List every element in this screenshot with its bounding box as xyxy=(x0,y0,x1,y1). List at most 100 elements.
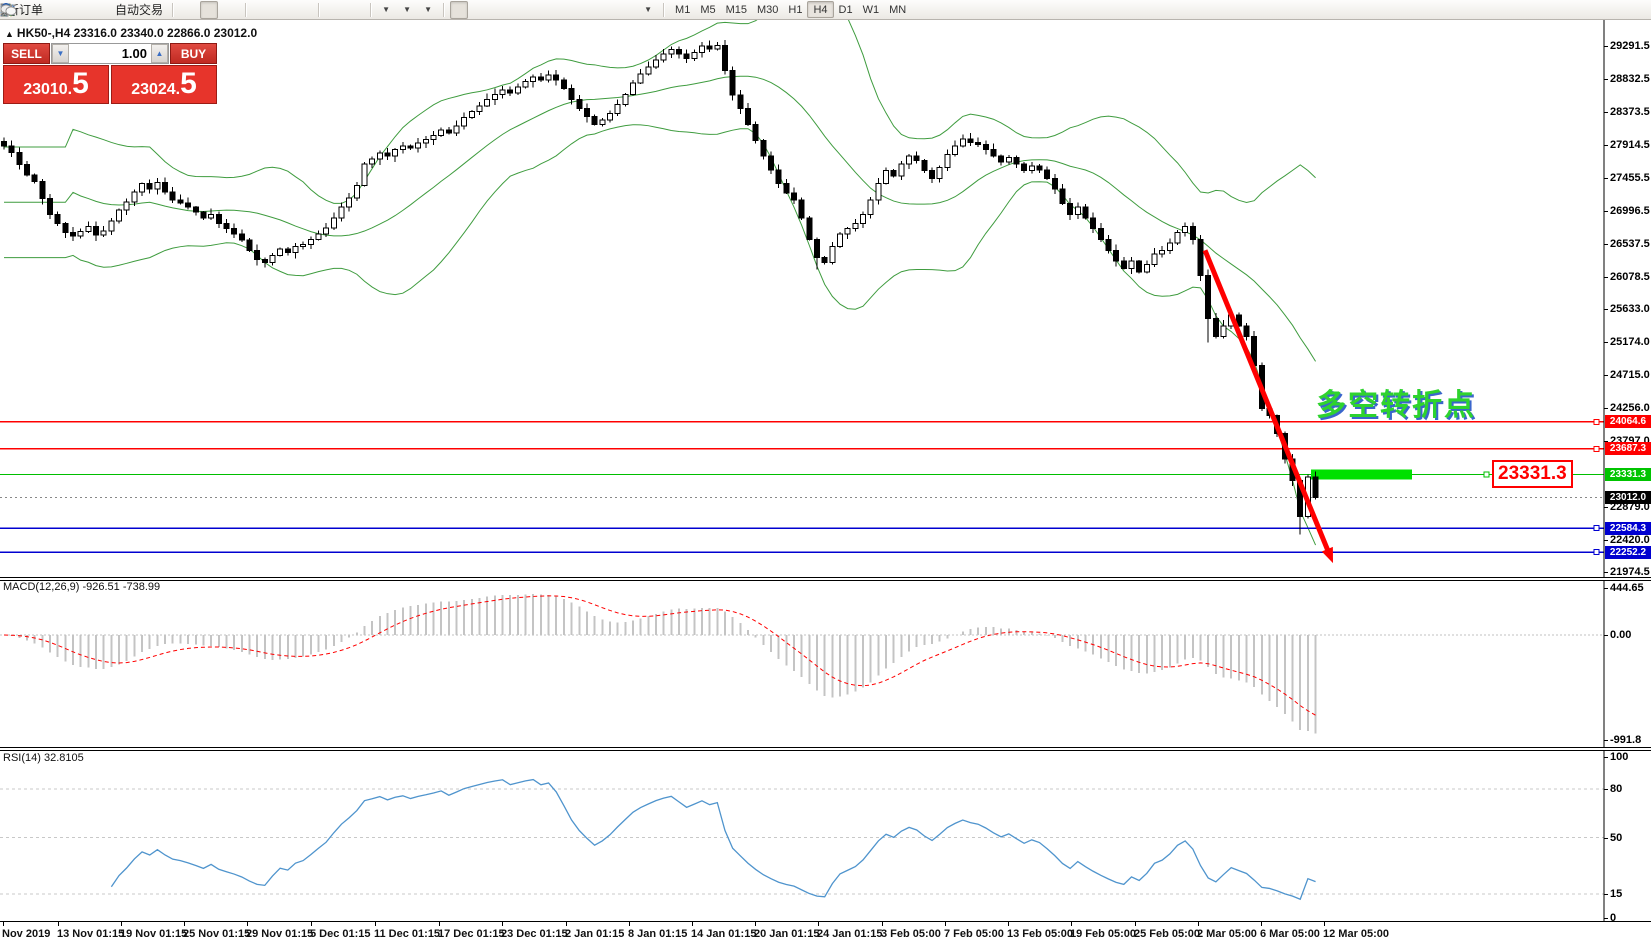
line-anchor-handle xyxy=(1594,446,1599,451)
macd-axis-label: -991.8 xyxy=(1610,734,1641,746)
arrows-button[interactable]: ▼ xyxy=(639,1,657,19)
text-button[interactable]: A xyxy=(597,1,615,19)
candle-body xyxy=(630,83,635,95)
chevron-down-icon: ▼ xyxy=(382,5,390,14)
rsi-axis-label: 50 xyxy=(1610,832,1622,844)
timeframe-button-mn[interactable]: MN xyxy=(884,1,911,18)
chart-shift-button[interactable] xyxy=(346,1,364,19)
time-axis-tick xyxy=(755,922,756,926)
candle-body xyxy=(676,50,681,54)
price-axis-label: 26996.5 xyxy=(1610,205,1650,217)
timeframe-group: M1M5M15M30H1H4D1W1MN xyxy=(670,1,911,18)
auto-scroll-button[interactable] xyxy=(325,1,343,19)
candle-body xyxy=(209,214,214,218)
candle-body xyxy=(830,247,835,263)
volume-increase-button[interactable]: ▲ xyxy=(151,44,168,63)
candle-body xyxy=(707,46,712,49)
time-axis-tick xyxy=(945,922,946,926)
bar-chart-button[interactable] xyxy=(179,1,197,19)
timeframe-button-m1[interactable]: M1 xyxy=(670,1,695,18)
text-label-button[interactable]: T xyxy=(618,1,636,19)
candle-body xyxy=(1183,227,1188,233)
chat-button[interactable] xyxy=(1629,1,1647,19)
candle-body xyxy=(354,186,359,198)
timeframe-button-h4[interactable]: H4 xyxy=(807,1,833,18)
volume-input[interactable] xyxy=(69,44,151,63)
candle-body xyxy=(1052,178,1057,189)
vertical-line-button[interactable] xyxy=(492,1,510,19)
equidistant-channel-button[interactable]: E xyxy=(555,1,573,19)
candle-body xyxy=(607,114,612,120)
candle-body xyxy=(78,232,83,236)
cursor-button[interactable] xyxy=(450,1,468,19)
candle-body xyxy=(845,229,850,234)
line-chart-button[interactable] xyxy=(221,1,239,19)
zoom-in-button[interactable] xyxy=(252,1,270,19)
price-axis-label: 22420.0 xyxy=(1610,534,1650,546)
main-price-chart[interactable] xyxy=(0,20,1651,577)
search-button[interactable] xyxy=(1605,1,1623,19)
candle-body xyxy=(316,234,321,240)
timeframe-button-d1[interactable]: D1 xyxy=(834,1,858,18)
buy-price-panel[interactable]: 23024.5 xyxy=(111,65,217,104)
tile-windows-button[interactable] xyxy=(294,1,312,19)
candle-body xyxy=(769,156,774,170)
candle-body xyxy=(1167,243,1172,250)
fibonacci-button[interactable]: F xyxy=(576,1,594,19)
candle-body xyxy=(132,192,137,202)
indicators-button[interactable]: ▼ xyxy=(377,1,395,19)
candle xyxy=(807,216,812,241)
candle xyxy=(630,80,635,96)
symbol-marker-icon: ▲ xyxy=(5,29,14,39)
zoom-out-button[interactable] xyxy=(273,1,291,19)
price-axis-tick xyxy=(1604,145,1608,146)
candle-body xyxy=(347,198,352,207)
timeframe-button-h1[interactable]: H1 xyxy=(783,1,807,18)
signals-button[interactable] xyxy=(91,1,109,19)
candle-body xyxy=(577,99,582,108)
chevron-down-icon: ▼ xyxy=(644,5,652,14)
sell-button[interactable]: SELL xyxy=(3,43,50,64)
chat-icon xyxy=(0,3,17,17)
periods-button[interactable]: ▼ xyxy=(398,1,416,19)
crosshair-button[interactable] xyxy=(471,1,489,19)
candle-body xyxy=(1060,189,1065,203)
candle-body xyxy=(1068,204,1073,215)
timeframe-button-m15[interactable]: M15 xyxy=(721,1,752,18)
candlestick-chart-button[interactable] xyxy=(200,1,218,19)
candle-body xyxy=(48,199,53,215)
timeframe-button-w1[interactable]: W1 xyxy=(858,1,885,18)
time-axis-tick xyxy=(121,922,122,926)
level-price-box[interactable]: 23331.3 xyxy=(1492,460,1573,488)
horizontal-line-button[interactable] xyxy=(513,1,531,19)
metaeditor-button[interactable] xyxy=(49,1,67,19)
candle-body xyxy=(147,183,152,189)
price-axis-tick xyxy=(1604,540,1608,541)
candle-body xyxy=(477,106,482,112)
price-axis-tick xyxy=(1604,79,1608,80)
terminal-button[interactable] xyxy=(70,1,88,19)
rsi-indicator-panel[interactable] xyxy=(0,751,1651,921)
macd-indicator-panel[interactable] xyxy=(0,581,1651,747)
toolbar-separator xyxy=(370,3,371,17)
candle-body xyxy=(523,81,528,87)
sell-price-main: 23010. xyxy=(23,81,72,99)
candle xyxy=(891,169,896,177)
candle-body xyxy=(699,46,704,52)
candle-body xyxy=(416,143,421,148)
autotrading-button[interactable]: 自动交易 xyxy=(112,1,166,19)
timeframe-button-m5[interactable]: M5 xyxy=(695,1,720,18)
sell-price-panel[interactable]: 23010.5 xyxy=(3,65,109,104)
trendline-button[interactable] xyxy=(534,1,552,19)
templates-button[interactable]: ▼ xyxy=(419,1,437,19)
timeframe-button-m30[interactable]: M30 xyxy=(752,1,783,18)
time-axis-tick xyxy=(58,922,59,926)
volume-decrease-button[interactable]: ▼ xyxy=(52,44,69,63)
chevron-down-icon: ▼ xyxy=(403,5,411,14)
candle-body xyxy=(385,153,390,156)
rsi-axis-label: 80 xyxy=(1610,783,1622,795)
price-axis-label: 25633.0 xyxy=(1610,303,1650,315)
buy-button[interactable]: BUY xyxy=(170,43,217,64)
candle-body xyxy=(1037,166,1042,170)
price-axis-label: 25174.0 xyxy=(1610,336,1650,348)
